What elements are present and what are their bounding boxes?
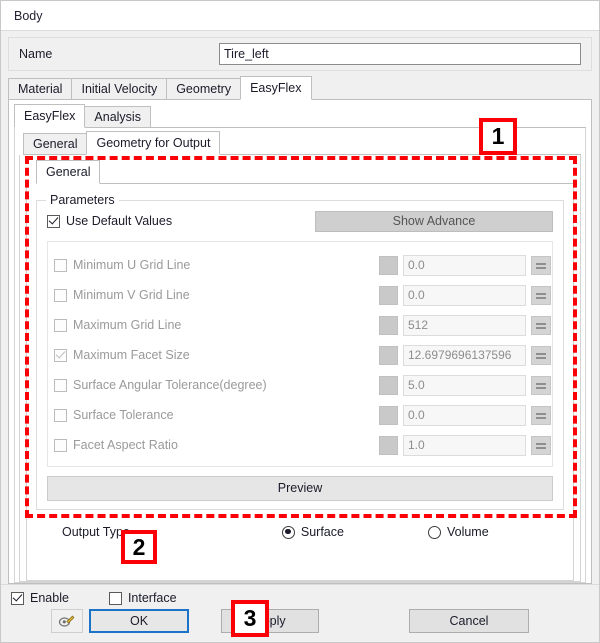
show-advance-button[interactable]: Show Advance — [315, 210, 553, 232]
parameters-legend: Parameters — [46, 193, 119, 207]
facet-aspect-ratio-checkbox[interactable] — [54, 438, 67, 452]
cancel-button[interactable]: Cancel — [409, 609, 529, 633]
body-dialog: Body Name Material Initial Velocity Geom… — [0, 0, 600, 643]
tabstrip-level4: General — [36, 160, 574, 184]
maximum-grid-line-input[interactable] — [403, 314, 526, 336]
radio-volume-label: Volume — [446, 525, 489, 539]
use-default-values-checkbox[interactable] — [47, 214, 60, 228]
tab-easyflex[interactable]: EasyFlex — [240, 76, 312, 100]
interface-label: Interface — [127, 591, 177, 605]
param-row-surface-angular-tolerance: Surface Angular Tolerance(degree) — [54, 370, 551, 400]
dialog-titlebar: Body — [1, 1, 599, 31]
color-swatch-icon[interactable] — [379, 255, 398, 275]
dialog-title: Body — [14, 8, 43, 23]
color-swatch-icon[interactable] — [379, 405, 398, 425]
equals-icon[interactable] — [531, 435, 551, 455]
facet-aspect-ratio-input[interactable] — [403, 434, 526, 456]
parameters-groupbox: Parameters Use Default Values Show Advan… — [36, 193, 564, 510]
equals-icon[interactable] — [531, 345, 551, 365]
radio-surface-indicator — [281, 525, 295, 539]
maximum-facet-size-input[interactable] — [403, 344, 526, 366]
tab-general-level4[interactable]: General — [36, 160, 101, 184]
panel-easyflex: EasyFlex Analysis General Geometry for O… — [8, 100, 592, 584]
maximum-facet-size-checkbox[interactable] — [54, 348, 67, 362]
panel-easyflex-inner: General Geometry for Output General Para… — [14, 128, 586, 583]
color-swatch-icon[interactable] — [379, 375, 398, 395]
use-default-values-row: Use Default Values Show Advance — [47, 210, 553, 232]
tab-general-level3[interactable]: General — [23, 133, 88, 154]
name-input[interactable] — [219, 43, 581, 65]
tab-material[interactable]: Material — [8, 78, 73, 99]
annotation-badge-3: 3 — [231, 600, 269, 637]
radio-surface-label: Surface — [300, 525, 344, 539]
radio-volume-indicator — [427, 525, 441, 539]
tab-geometry-for-output[interactable]: Geometry for Output — [86, 131, 221, 155]
param-row-facet-aspect-ratio: Facet Aspect Ratio — [54, 430, 551, 460]
radio-surface[interactable]: Surface — [281, 525, 344, 539]
maximum-grid-line-label: Maximum Grid Line — [73, 318, 182, 332]
minimum-u-grid-line-checkbox[interactable] — [54, 258, 67, 272]
surface-tolerance-label: Surface Tolerance — [73, 408, 174, 422]
panel-general: Parameters Use Default Values Show Advan… — [26, 184, 574, 581]
dialog-content: Name Material Initial Velocity Geometry … — [1, 31, 599, 584]
dialog-footer: Enable Interface OK Apply Cancel — [1, 584, 599, 642]
color-swatch-icon[interactable] — [379, 315, 398, 335]
minimum-v-grid-line-input[interactable] — [403, 284, 526, 306]
maximum-facet-size-label: Maximum Facet Size — [73, 348, 190, 362]
footer-buttons: OK Apply Cancel — [1, 607, 599, 635]
param-row-minimum-v-grid-line: Minimum V Grid Line — [54, 280, 551, 310]
equals-icon[interactable] — [531, 375, 551, 395]
use-default-values-label: Use Default Values — [66, 214, 173, 228]
surface-tolerance-checkbox[interactable] — [54, 408, 67, 422]
param-row-minimum-u-grid-line: Minimum U Grid Line — [54, 250, 551, 280]
minimum-v-grid-line-checkbox[interactable] — [54, 288, 67, 302]
equals-icon[interactable] — [531, 405, 551, 425]
annotation-badge-2: 2 — [121, 530, 157, 564]
equals-icon[interactable] — [531, 255, 551, 275]
enable-checkbox[interactable] — [11, 591, 24, 605]
param-row-maximum-facet-size: Maximum Facet Size — [54, 340, 551, 370]
tab-easyflex-inner[interactable]: EasyFlex — [14, 104, 86, 128]
output-type-label: Output Type — [62, 525, 130, 539]
param-row-surface-tolerance: Surface Tolerance — [54, 400, 551, 430]
maximum-grid-line-checkbox[interactable] — [54, 318, 67, 332]
output-type-row: Output Type Surface Volume — [36, 510, 564, 554]
ok-button[interactable]: OK — [89, 609, 189, 633]
param-row-maximum-grid-line: Maximum Grid Line — [54, 310, 551, 340]
name-label: Name — [19, 47, 53, 61]
equals-icon[interactable] — [531, 285, 551, 305]
wrench-icon — [58, 615, 75, 627]
tabstrip-level1: Material Initial Velocity Geometry EasyF… — [8, 76, 592, 100]
radio-volume[interactable]: Volume — [427, 525, 489, 539]
parameter-rows: Minimum U Grid Line Minimum V — [47, 241, 553, 467]
color-swatch-icon[interactable] — [379, 435, 398, 455]
facet-aspect-ratio-label: Facet Aspect Ratio — [73, 438, 178, 452]
surface-tolerance-input[interactable] — [403, 404, 526, 426]
minimum-u-grid-line-input[interactable] — [403, 254, 526, 276]
enable-label: Enable — [30, 591, 69, 605]
surface-angular-tolerance-checkbox[interactable] — [54, 378, 67, 392]
footer-checkboxes: Enable Interface — [1, 585, 599, 607]
name-row: Name — [8, 37, 592, 71]
interface-checkbox[interactable] — [108, 591, 122, 605]
tab-initial-velocity[interactable]: Initial Velocity — [71, 78, 168, 99]
surface-angular-tolerance-input[interactable] — [403, 374, 526, 396]
color-swatch-icon[interactable] — [379, 345, 398, 365]
annotation-badge-1: 1 — [479, 118, 517, 155]
minimum-v-grid-line-label: Minimum V Grid Line — [73, 288, 190, 302]
tab-analysis[interactable]: Analysis — [84, 106, 151, 127]
wrench-icon-button[interactable] — [51, 609, 83, 633]
color-swatch-icon[interactable] — [379, 285, 398, 305]
equals-icon[interactable] — [531, 315, 551, 335]
panel-geometry-for-output: General Parameters Use Default Values Sh… — [19, 155, 581, 582]
preview-button[interactable]: Preview — [47, 476, 553, 501]
surface-angular-tolerance-label: Surface Angular Tolerance(degree) — [73, 378, 267, 392]
tab-geometry[interactable]: Geometry — [166, 78, 242, 99]
minimum-u-grid-line-label: Minimum U Grid Line — [73, 258, 191, 272]
